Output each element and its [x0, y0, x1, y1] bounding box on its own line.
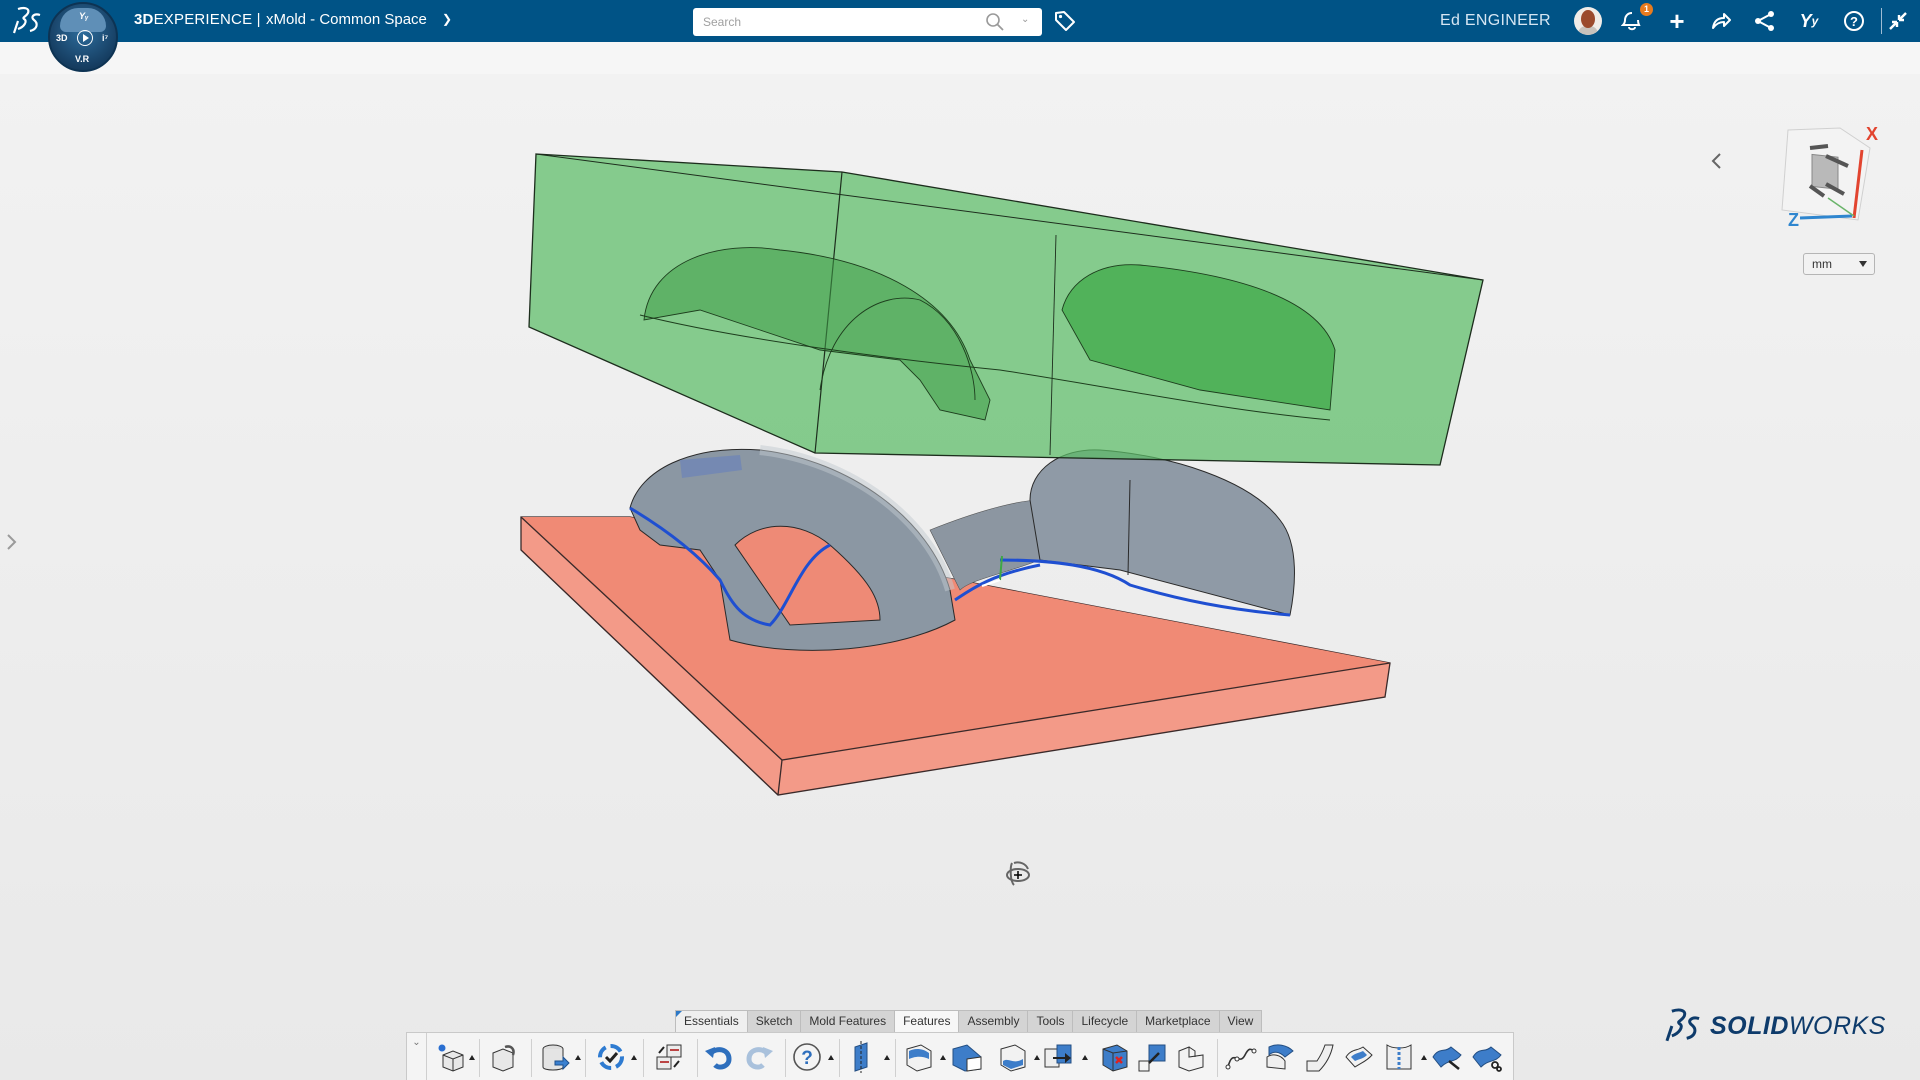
- rebuild-dropdown[interactable]: [631, 1055, 637, 1060]
- move-dropdown[interactable]: [1082, 1055, 1088, 1060]
- options-icon[interactable]: [653, 1041, 685, 1073]
- tab-tools[interactable]: Tools: [1027, 1010, 1074, 1032]
- compass-info-label: i⁷: [102, 33, 109, 43]
- axis-z-label: Z: [1788, 210, 1799, 230]
- extrude-solid-icon[interactable]: [951, 1041, 983, 1073]
- command-manager-toolbar: ⌄ ?: [406, 1032, 1514, 1080]
- rebuild-icon[interactable]: [595, 1041, 627, 1073]
- axis-x-label: X: [1866, 124, 1878, 144]
- sweep-icon[interactable]: [1303, 1041, 1335, 1073]
- undo-icon[interactable]: [703, 1041, 735, 1073]
- cut-surface-icon[interactable]: [997, 1041, 1029, 1073]
- planar-surface-icon[interactable]: [1343, 1041, 1375, 1073]
- move-copy-body-icon[interactable]: [1043, 1041, 1075, 1073]
- toolbar-separator: [531, 1039, 532, 1077]
- toolbar-separator: [895, 1039, 896, 1077]
- toolbar-separator: [479, 1039, 480, 1077]
- spline-icon[interactable]: [1225, 1041, 1257, 1073]
- brand-rest-text: WORKS: [1788, 1011, 1886, 1040]
- toolbar-separator: [697, 1039, 698, 1077]
- help-icon[interactable]: ?: [791, 1041, 823, 1073]
- chevron-left-icon[interactable]: [1709, 151, 1725, 171]
- help-dropdown[interactable]: [828, 1055, 834, 1060]
- solidworks-logo: SOLIDWORKS: [1662, 1004, 1886, 1048]
- toolbar-separator: [785, 1039, 786, 1077]
- tab-marketplace[interactable]: Marketplace: [1136, 1010, 1220, 1032]
- reference-plane-icon[interactable]: [847, 1041, 879, 1073]
- surface-loft-icon[interactable]: [1263, 1041, 1295, 1073]
- tab-view[interactable]: View: [1218, 1010, 1263, 1032]
- scale-body-icon[interactable]: [1137, 1041, 1169, 1073]
- ds-logo-icon: [1665, 1008, 1700, 1042]
- save-icon[interactable]: [539, 1041, 571, 1073]
- knit-surface-icon[interactable]: [1383, 1041, 1415, 1073]
- units-select[interactable]: mm: [1803, 253, 1875, 275]
- play-icon[interactable]: [77, 30, 93, 46]
- new-part-icon[interactable]: [435, 1041, 467, 1073]
- solidworks-wordmark: SOLIDWORKS: [1710, 1012, 1886, 1041]
- mold-model[interactable]: [0, 0, 1920, 1080]
- view-cube[interactable]: X Z: [1770, 118, 1885, 233]
- tab-mold-features[interactable]: Mold Features: [800, 1010, 896, 1032]
- svg-text:?: ?: [801, 1048, 813, 1069]
- units-value: mm: [1812, 257, 1832, 271]
- command-manager-tabs: Essentials Sketch Mold Features Features…: [675, 1010, 1263, 1032]
- tab-lifecycle[interactable]: Lifecycle: [1072, 1010, 1138, 1032]
- tab-sketch[interactable]: Sketch: [746, 1010, 802, 1032]
- trim-surface-icon[interactable]: [1471, 1041, 1503, 1073]
- rotate-cursor-icon: [1006, 861, 1030, 886]
- compass-social-label: Yᵧ: [79, 11, 89, 21]
- dropdown-arrow-icon: [1859, 261, 1867, 267]
- tab-assembly[interactable]: Assembly: [958, 1010, 1029, 1032]
- compass-3d-label: 3D: [56, 33, 68, 43]
- expand-panel-icon[interactable]: [4, 532, 20, 552]
- cavity-block[interactable]: [528, 153, 1484, 466]
- toolbar-separator: [643, 1039, 644, 1077]
- tab-essentials[interactable]: Essentials: [675, 1010, 748, 1032]
- toolbar-collapse-icon[interactable]: ⌄: [407, 1033, 427, 1080]
- knit-dropdown[interactable]: [1421, 1055, 1427, 1060]
- reference-dropdown[interactable]: [884, 1055, 890, 1060]
- toolbar-separator: [1217, 1039, 1218, 1077]
- boss-base-icon[interactable]: [1175, 1041, 1207, 1073]
- compass-vr-label: V.R: [75, 54, 90, 64]
- extrude-dropdown[interactable]: [940, 1055, 946, 1060]
- toolbar-separator: [585, 1039, 586, 1077]
- redo-icon[interactable]: [743, 1041, 775, 1073]
- new-part-dropdown[interactable]: [469, 1055, 475, 1060]
- delete-body-icon[interactable]: [1099, 1041, 1131, 1073]
- toolbar-separator: [839, 1039, 840, 1077]
- brand-bold-text: SOLID: [1710, 1011, 1789, 1040]
- save-dropdown[interactable]: [575, 1055, 581, 1060]
- extrude-boss-icon[interactable]: [903, 1041, 935, 1073]
- compass-icon[interactable]: Yᵧ 3D i⁷ V.R: [48, 2, 118, 72]
- tab-features[interactable]: Features: [894, 1010, 960, 1032]
- cut-dropdown[interactable]: [1034, 1055, 1040, 1060]
- open-icon[interactable]: [487, 1041, 519, 1073]
- offset-surface-icon[interactable]: [1431, 1041, 1463, 1073]
